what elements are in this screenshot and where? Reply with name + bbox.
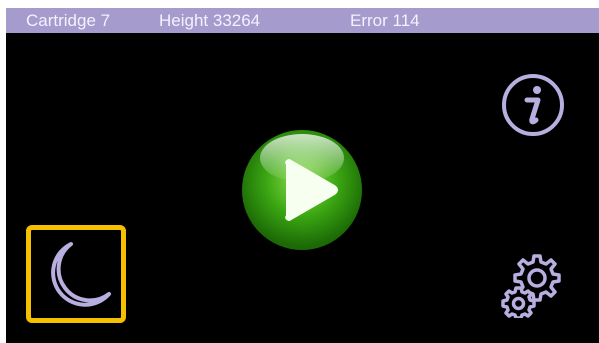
info-button[interactable]: [500, 72, 566, 138]
cartridge-status: Cartridge 7: [26, 11, 111, 30]
settings-button[interactable]: [496, 248, 566, 318]
moon-icon: [51, 242, 111, 307]
status-bar: Cartridge 7 Height 33264 Error 114: [6, 8, 599, 33]
info-icon: [502, 74, 564, 136]
gears-icon: [501, 254, 561, 318]
error-status: Error 114: [350, 11, 420, 30]
play-button[interactable]: [238, 126, 366, 254]
play-icon: [239, 127, 365, 253]
device-screen: Cartridge 7 Height 33264 Error 114: [6, 8, 599, 343]
night-mode-button[interactable]: [26, 225, 126, 323]
height-status: Height 33264: [159, 11, 261, 30]
